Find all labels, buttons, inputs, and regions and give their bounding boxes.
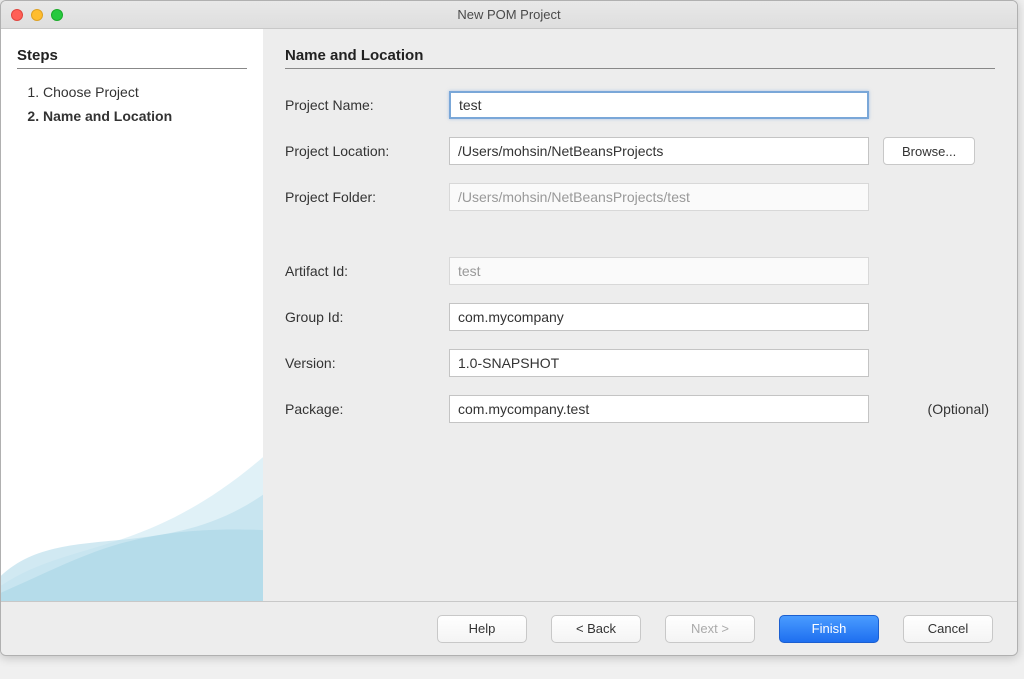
- browse-button[interactable]: Browse...: [883, 137, 975, 165]
- minimize-icon[interactable]: [31, 9, 43, 21]
- titlebar: New POM Project: [1, 1, 1017, 29]
- button-bar: Help < Back Next > Finish Cancel: [1, 601, 1017, 655]
- project-folder-label: Project Folder:: [285, 189, 435, 205]
- project-name-label: Project Name:: [285, 97, 435, 113]
- maximize-icon[interactable]: [51, 9, 63, 21]
- version-label: Version:: [285, 355, 435, 371]
- version-input[interactable]: [449, 349, 869, 377]
- main-heading: Name and Location: [285, 47, 995, 69]
- finish-button[interactable]: Finish: [779, 615, 879, 643]
- steps-sidebar: Steps Choose Project Name and Location: [1, 29, 263, 601]
- package-optional-label: (Optional): [928, 401, 995, 417]
- help-button[interactable]: Help: [437, 615, 527, 643]
- cancel-button[interactable]: Cancel: [903, 615, 993, 643]
- dialog-window: New POM Project Steps Choose Project Nam…: [0, 0, 1018, 656]
- group-id-input[interactable]: [449, 303, 869, 331]
- project-location-label: Project Location:: [285, 143, 435, 159]
- group-id-label: Group Id:: [285, 309, 435, 325]
- window-controls: [1, 9, 63, 21]
- window-title: New POM Project: [1, 7, 1017, 22]
- back-button[interactable]: < Back: [551, 615, 641, 643]
- steps-heading: Steps: [17, 47, 247, 69]
- sidebar-decoration: [1, 411, 263, 601]
- package-input[interactable]: [449, 395, 869, 423]
- package-label: Package:: [285, 401, 435, 417]
- steps-list: Choose Project Name and Location: [17, 81, 247, 129]
- step-name-and-location: Name and Location: [43, 105, 247, 129]
- form-grid: Project Name: Project Location: Browse..…: [285, 91, 995, 423]
- project-folder-input: [449, 183, 869, 211]
- artifact-id-input: [449, 257, 869, 285]
- close-icon[interactable]: [11, 9, 23, 21]
- artifact-id-label: Artifact Id:: [285, 263, 435, 279]
- project-name-input[interactable]: [449, 91, 869, 119]
- project-location-input[interactable]: [449, 137, 869, 165]
- dialog-body: Steps Choose Project Name and Location N…: [1, 29, 1017, 601]
- step-choose-project: Choose Project: [43, 81, 247, 105]
- next-button: Next >: [665, 615, 755, 643]
- main-panel: Name and Location Project Name: Project …: [263, 29, 1017, 601]
